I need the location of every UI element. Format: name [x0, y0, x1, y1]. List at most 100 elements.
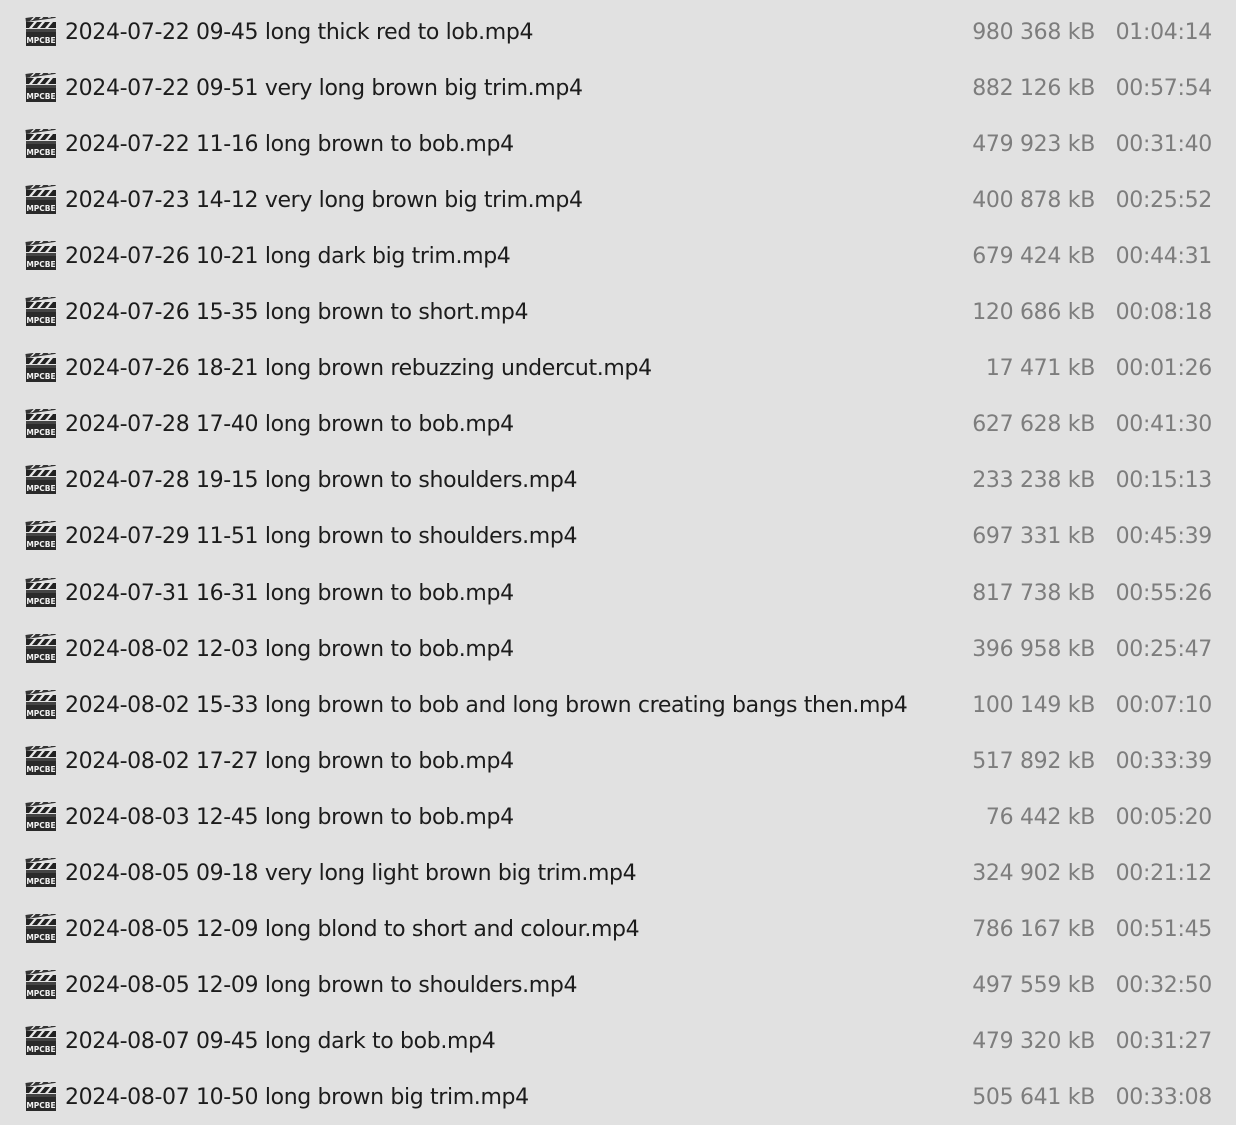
file-size: 627 628 kB: [972, 412, 1095, 437]
svg-text:MPCBE: MPCBE: [26, 204, 55, 213]
file-row[interactable]: MPCBE 2024-07-26 18-21 long brown rebuzz…: [0, 340, 1236, 396]
file-size: 497 559 kB: [972, 973, 1095, 998]
file-row[interactable]: MPCBE 2024-08-05 09-18 very long light b…: [0, 845, 1236, 901]
svg-text:MPCBE: MPCBE: [26, 372, 55, 381]
file-duration: 00:15:13: [1115, 468, 1213, 493]
file-size: 697 331 kB: [972, 524, 1095, 549]
file-size: 17 471 kB: [985, 356, 1095, 381]
file-name: 2024-08-05 12-09 long brown to shoulders…: [65, 973, 578, 998]
mpc-be-video-icon: MPCBE: [25, 746, 56, 775]
svg-text:MPCBE: MPCBE: [26, 484, 55, 493]
file-name: 2024-08-07 09-45 long dark to bob.mp4: [65, 1029, 496, 1054]
file-size: 324 902 kB: [972, 861, 1095, 886]
mpc-be-video-icon: MPCBE: [25, 914, 56, 943]
file-row[interactable]: MPCBE 2024-07-26 10-21 long dark big tri…: [0, 228, 1236, 284]
mpc-be-video-icon: MPCBE: [25, 1082, 56, 1111]
file-name: 2024-07-26 15-35 long brown to short.mp4: [65, 300, 529, 325]
file-row[interactable]: MPCBE 2024-08-02 17-27 long brown to bob…: [0, 733, 1236, 789]
file-row[interactable]: MPCBE 2024-07-22 09-51 very long brown b…: [0, 60, 1236, 116]
mpc-be-video-icon: MPCBE: [25, 241, 56, 270]
file-size: 679 424 kB: [972, 244, 1095, 269]
file-duration: 00:05:20: [1115, 805, 1213, 830]
mpc-be-video-icon: MPCBE: [25, 409, 56, 438]
file-duration: 00:33:08: [1115, 1085, 1213, 1110]
svg-text:MPCBE: MPCBE: [26, 933, 55, 942]
file-row[interactable]: MPCBE 2024-07-28 17-40 long brown to bob…: [0, 396, 1236, 452]
mpc-be-video-icon: MPCBE: [25, 634, 56, 663]
file-row[interactable]: MPCBE 2024-08-07 09-45 long dark to bob.…: [0, 1013, 1236, 1069]
svg-text:MPCBE: MPCBE: [26, 877, 55, 886]
file-name: 2024-08-03 12-45 long brown to bob.mp4: [65, 805, 514, 830]
mpc-be-video-icon: MPCBE: [25, 465, 56, 494]
file-list: MPCBE 2024-07-22 09-45 long thick red to…: [0, 0, 1236, 1122]
file-duration: 00:33:39: [1115, 749, 1213, 774]
file-size: 980 368 kB: [972, 20, 1095, 45]
file-duration: 00:41:30: [1115, 412, 1213, 437]
file-name: 2024-07-26 18-21 long brown rebuzzing un…: [65, 356, 652, 381]
mpc-be-video-icon: MPCBE: [25, 521, 56, 550]
file-row[interactable]: MPCBE 2024-07-29 11-51 long brown to sho…: [0, 508, 1236, 564]
file-name: 2024-08-02 17-27 long brown to bob.mp4: [65, 749, 514, 774]
file-duration: 00:31:27: [1115, 1029, 1213, 1054]
file-row[interactable]: MPCBE 2024-08-02 15-33 long brown to bob…: [0, 677, 1236, 733]
file-row[interactable]: MPCBE 2024-08-05 12-09 long brown to sho…: [0, 957, 1236, 1013]
mpc-be-video-icon: MPCBE: [25, 690, 56, 719]
file-row[interactable]: MPCBE 2024-07-28 19-15 long brown to sho…: [0, 452, 1236, 508]
file-row[interactable]: MPCBE 2024-08-03 12-45 long brown to bob…: [0, 789, 1236, 845]
file-duration: 00:25:52: [1115, 188, 1213, 213]
file-size: 505 641 kB: [972, 1085, 1095, 1110]
svg-text:MPCBE: MPCBE: [26, 428, 55, 437]
file-row[interactable]: MPCBE 2024-08-07 10-50 long brown big tr…: [0, 1069, 1236, 1125]
file-row[interactable]: MPCBE 2024-07-22 11-16 long brown to bob…: [0, 116, 1236, 172]
file-duration: 00:07:10: [1115, 693, 1213, 718]
file-size: 517 892 kB: [972, 749, 1095, 774]
svg-text:MPCBE: MPCBE: [26, 821, 55, 830]
file-size: 120 686 kB: [972, 300, 1095, 325]
file-duration: 00:25:47: [1115, 637, 1213, 662]
file-duration: 00:44:31: [1115, 244, 1213, 269]
file-name: 2024-07-22 09-45 long thick red to lob.m…: [65, 20, 534, 45]
file-name: 2024-08-05 09-18 very long light brown b…: [65, 861, 637, 886]
file-size: 817 738 kB: [972, 581, 1095, 606]
svg-text:MPCBE: MPCBE: [26, 989, 55, 998]
file-name: 2024-08-02 15-33 long brown to bob and l…: [65, 693, 908, 718]
file-duration: 00:31:40: [1115, 132, 1213, 157]
mpc-be-video-icon: MPCBE: [25, 129, 56, 158]
file-duration: 00:01:26: [1115, 356, 1213, 381]
mpc-be-video-icon: MPCBE: [25, 578, 56, 607]
file-size: 400 878 kB: [972, 188, 1095, 213]
mpc-be-video-icon: MPCBE: [25, 73, 56, 102]
file-name: 2024-08-02 12-03 long brown to bob.mp4: [65, 637, 514, 662]
svg-text:MPCBE: MPCBE: [26, 540, 55, 549]
file-size: 396 958 kB: [972, 637, 1095, 662]
svg-text:MPCBE: MPCBE: [26, 148, 55, 157]
file-duration: 00:21:12: [1115, 861, 1213, 886]
svg-text:MPCBE: MPCBE: [26, 316, 55, 325]
file-name: 2024-08-05 12-09 long blond to short and…: [65, 917, 640, 942]
svg-text:MPCBE: MPCBE: [26, 653, 55, 662]
file-size: 100 149 kB: [972, 693, 1095, 718]
file-name: 2024-08-07 10-50 long brown big trim.mp4: [65, 1085, 529, 1110]
svg-text:MPCBE: MPCBE: [26, 1101, 55, 1110]
file-row[interactable]: MPCBE 2024-07-23 14-12 very long brown b…: [0, 172, 1236, 228]
file-row[interactable]: MPCBE 2024-07-31 16-31 long brown to bob…: [0, 565, 1236, 621]
svg-text:MPCBE: MPCBE: [26, 709, 55, 718]
file-row[interactable]: MPCBE 2024-08-05 12-09 long blond to sho…: [0, 901, 1236, 957]
file-duration: 00:08:18: [1115, 300, 1213, 325]
file-duration: 00:57:54: [1115, 76, 1213, 101]
file-size: 233 238 kB: [972, 468, 1095, 493]
file-row[interactable]: MPCBE 2024-08-02 12-03 long brown to bob…: [0, 621, 1236, 677]
file-name: 2024-07-22 11-16 long brown to bob.mp4: [65, 132, 514, 157]
file-row[interactable]: MPCBE 2024-07-22 09-45 long thick red to…: [0, 4, 1236, 60]
file-size: 786 167 kB: [972, 917, 1095, 942]
file-name: 2024-07-28 17-40 long brown to bob.mp4: [65, 412, 514, 437]
file-duration: 00:55:26: [1115, 581, 1213, 606]
file-name: 2024-07-28 19-15 long brown to shoulders…: [65, 468, 578, 493]
mpc-be-video-icon: MPCBE: [25, 970, 56, 999]
svg-text:MPCBE: MPCBE: [26, 92, 55, 101]
file-row[interactable]: MPCBE 2024-07-26 15-35 long brown to sho…: [0, 284, 1236, 340]
mpc-be-video-icon: MPCBE: [25, 297, 56, 326]
file-size: 479 923 kB: [972, 132, 1095, 157]
file-name: 2024-07-22 09-51 very long brown big tri…: [65, 76, 583, 101]
mpc-be-video-icon: MPCBE: [25, 185, 56, 214]
